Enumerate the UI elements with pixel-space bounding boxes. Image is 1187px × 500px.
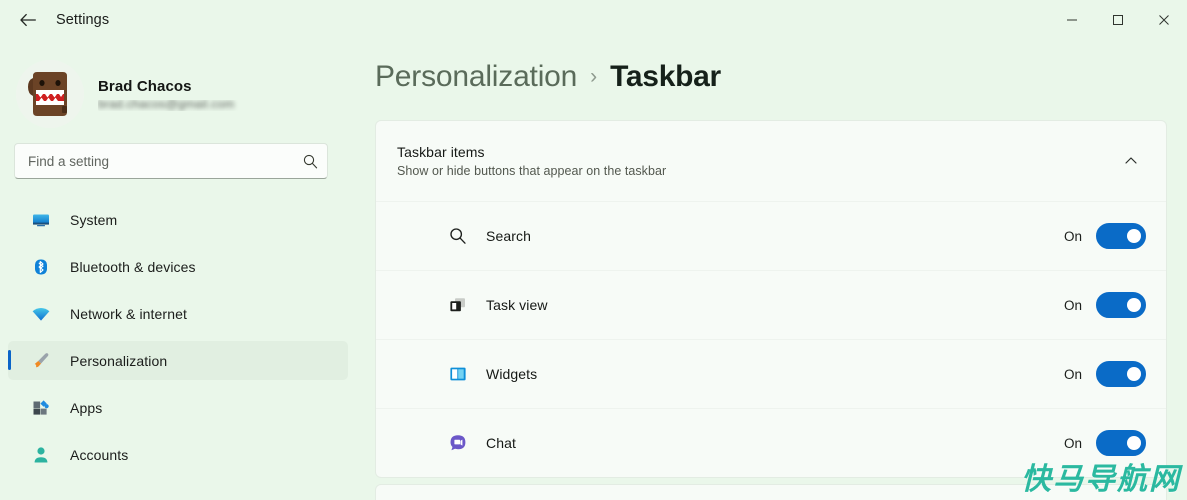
content-pane: Personalization › Taskbar Taskbar items … xyxy=(356,40,1187,500)
widgets-icon xyxy=(446,362,470,386)
account-profile[interactable]: Brad Chacos brad.chacos@gmail.com xyxy=(16,56,336,132)
chevron-up-icon[interactable] xyxy=(1116,154,1146,168)
monitor-icon xyxy=(30,209,52,231)
profile-text: Brad Chacos brad.chacos@gmail.com xyxy=(98,78,262,111)
toggle-knob xyxy=(1127,367,1141,381)
minimize-icon xyxy=(1067,19,1077,21)
bluetooth-icon xyxy=(30,256,52,278)
sidebar-item-label: Bluetooth & devices xyxy=(70,258,196,275)
taskbar-items-header-texts: Taskbar items Show or hide buttons that … xyxy=(397,144,1116,178)
taskbar-items-subtitle: Show or hide buttons that appear on the … xyxy=(397,164,667,178)
minimize-button[interactable] xyxy=(1049,0,1095,40)
title-bar: Settings xyxy=(0,0,1187,40)
row-label: Widgets xyxy=(486,366,538,382)
maximize-button[interactable] xyxy=(1095,0,1141,40)
sidebar-item-network-internet[interactable]: Network & internet xyxy=(8,294,348,333)
close-button[interactable] xyxy=(1141,0,1187,40)
page-title: Taskbar xyxy=(610,60,721,93)
chevron-right-icon: › xyxy=(590,65,598,88)
breadcrumb-parent-link[interactable]: Personalization xyxy=(375,60,577,94)
table-row[interactable]: Widgets On xyxy=(376,339,1166,408)
sidebar: Brad Chacos brad.chacos@gmail.com Find a… xyxy=(0,40,356,500)
toggle-knob xyxy=(1127,298,1141,312)
search-toggle[interactable] xyxy=(1096,223,1146,249)
sidebar-item-bluetooth-devices[interactable]: Bluetooth & devices xyxy=(8,247,348,286)
app-title: Settings xyxy=(56,12,110,28)
toggle-knob xyxy=(1127,436,1141,450)
sidebar-item-accounts[interactable]: Accounts xyxy=(8,435,348,474)
toggle-state-label: On xyxy=(1063,228,1082,244)
widgets-toggle[interactable] xyxy=(1096,361,1146,387)
settings-window: Settings Brad Chacos brad.chacos@gmail.c… xyxy=(0,0,1187,500)
toggle-state-label: On xyxy=(1063,366,1082,382)
window-controls xyxy=(1049,0,1187,40)
row-label: Chat xyxy=(486,435,516,451)
next-settings-card[interactable] xyxy=(375,484,1167,500)
paintbrush-icon xyxy=(30,350,52,372)
sidebar-nav: System Bluetooth & devices Network & int… xyxy=(8,200,348,482)
maximize-icon xyxy=(1113,15,1123,25)
sidebar-item-label: System xyxy=(70,211,118,228)
sidebar-item-system[interactable]: System xyxy=(8,200,348,239)
profile-name: Brad Chacos xyxy=(98,77,192,95)
toggle-knob xyxy=(1127,229,1141,243)
search-icon[interactable] xyxy=(293,153,327,170)
task-view-icon xyxy=(446,293,470,317)
back-button[interactable] xyxy=(14,6,42,34)
search-input[interactable] xyxy=(15,153,293,169)
toggle-state-label: On xyxy=(1063,297,1082,313)
profile-email-text: brad.chacos@gmail.com xyxy=(98,99,235,111)
sidebar-item-label: Personalization xyxy=(70,352,168,369)
wifi-icon xyxy=(30,303,52,325)
search-glyph-icon xyxy=(446,224,470,248)
taskbar-items-title: Taskbar items xyxy=(397,144,485,160)
sidebar-item-label: Apps xyxy=(70,399,103,416)
sidebar-item-apps[interactable]: Apps xyxy=(8,388,348,427)
sidebar-item-label: Accounts xyxy=(70,446,129,463)
chat-toggle[interactable] xyxy=(1096,430,1146,456)
person-icon xyxy=(30,444,52,466)
breadcrumb: Personalization › Taskbar xyxy=(375,60,721,94)
table-row[interactable]: Chat On xyxy=(376,408,1166,477)
profile-email: brad.chacos@gmail.com xyxy=(98,100,262,111)
search-box[interactable] xyxy=(14,143,328,179)
toggle-state-label: On xyxy=(1063,435,1082,451)
back-arrow-icon xyxy=(20,13,36,27)
table-row[interactable]: Task view On xyxy=(376,270,1166,339)
domo-avatar xyxy=(16,60,84,128)
table-row[interactable]: Search On xyxy=(376,201,1166,270)
row-label: Task view xyxy=(486,297,548,313)
taskbar-items-header[interactable]: Taskbar items Show or hide buttons that … xyxy=(376,121,1166,201)
avatar xyxy=(16,60,84,128)
row-label: Search xyxy=(486,228,531,244)
sidebar-item-label: Network & internet xyxy=(70,305,187,322)
apps-icon xyxy=(30,397,52,419)
close-icon xyxy=(1159,15,1169,25)
taskbar-items-card: Taskbar items Show or hide buttons that … xyxy=(375,120,1167,478)
chat-icon xyxy=(446,431,470,455)
task-view-toggle[interactable] xyxy=(1096,292,1146,318)
sidebar-item-personalization[interactable]: Personalization xyxy=(8,341,348,380)
